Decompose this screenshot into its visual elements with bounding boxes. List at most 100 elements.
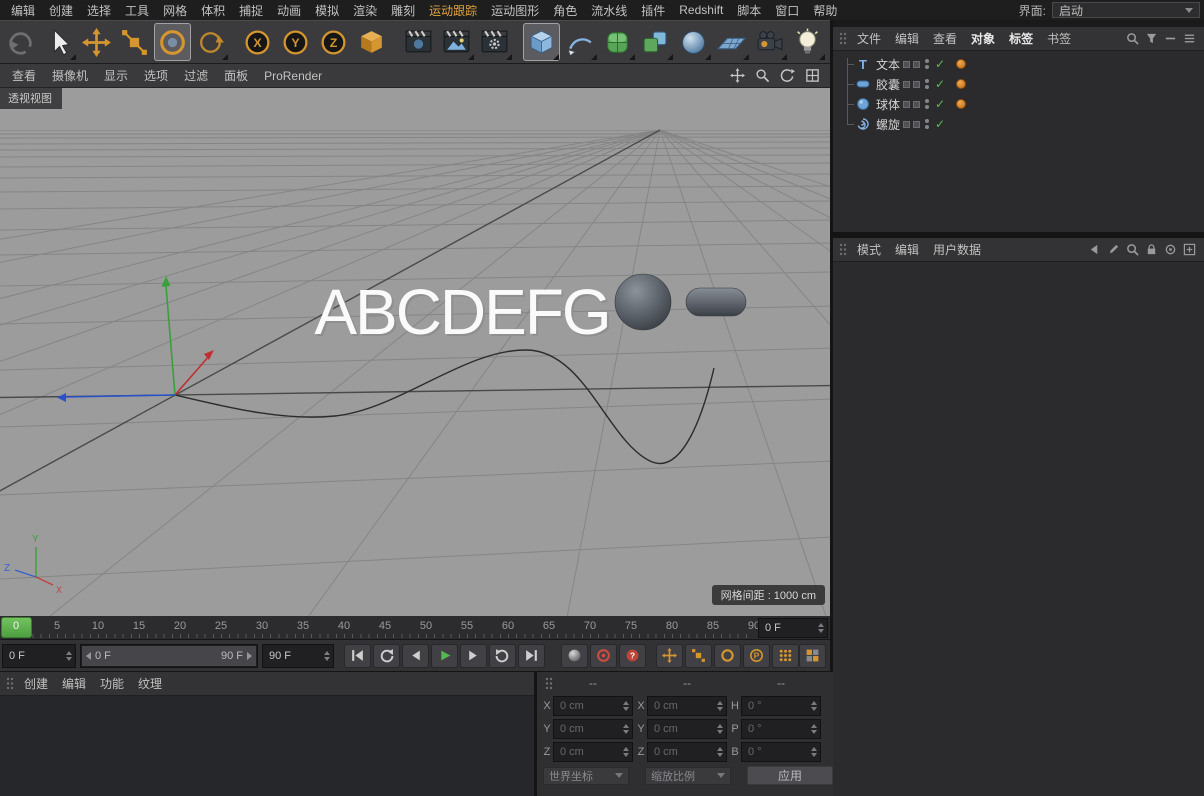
enabled-check-icon[interactable]: ✓ bbox=[934, 97, 946, 111]
object-row-sphere[interactable]: 球体 ✓ bbox=[833, 94, 1204, 114]
undo-button[interactable] bbox=[2, 23, 39, 61]
goto-start-button[interactable] bbox=[344, 644, 371, 668]
material-list-area[interactable] bbox=[0, 696, 534, 796]
metaball-button[interactable] bbox=[675, 23, 712, 61]
visibility-dots[interactable] bbox=[925, 119, 929, 129]
viewport-menu-prorender[interactable]: ProRender bbox=[256, 69, 330, 83]
spinner-arrows-icon[interactable] bbox=[619, 724, 629, 734]
menu-item-sculpt[interactable]: 雕刻 bbox=[384, 1, 422, 20]
layer-square[interactable] bbox=[913, 101, 920, 108]
enabled-check-icon[interactable]: ✓ bbox=[934, 77, 946, 91]
menu-item-plugins[interactable]: 插件 bbox=[634, 1, 672, 20]
make-preview-button[interactable] bbox=[561, 644, 588, 668]
position-x-field[interactable]: 0 cm bbox=[553, 696, 633, 716]
rotation-h-field[interactable]: 0 ° bbox=[741, 696, 821, 716]
spinner-arrows-icon[interactable] bbox=[814, 623, 824, 633]
lock-x-axis-button[interactable]: X bbox=[239, 23, 276, 61]
menu-item-mesh[interactable]: 网格 bbox=[156, 1, 194, 20]
interface-dropdown[interactable]: 启动 bbox=[1052, 2, 1200, 18]
menu-item-create[interactable]: 创建 bbox=[42, 1, 80, 20]
apply-button[interactable]: 应用 bbox=[747, 766, 833, 785]
spinner-arrows-icon[interactable] bbox=[807, 747, 817, 757]
size-x-field[interactable]: 0 cm bbox=[647, 696, 727, 716]
am-menu-userdata[interactable]: 用户数据 bbox=[926, 241, 988, 258]
object-name[interactable]: 文本 bbox=[876, 56, 900, 73]
menu-item-window[interactable]: 窗口 bbox=[768, 1, 806, 20]
attribute-content-area[interactable] bbox=[833, 262, 1204, 796]
step-forward-button[interactable] bbox=[460, 644, 487, 668]
object-list[interactable]: T 文本 ✓ 胶囊 bbox=[833, 51, 1204, 232]
filter-icon[interactable] bbox=[1145, 32, 1158, 45]
enabled-check-icon[interactable]: ✓ bbox=[934, 117, 946, 131]
render-picture-viewer-button[interactable] bbox=[438, 23, 475, 61]
viewport-toggle-button[interactable] bbox=[801, 67, 823, 85]
viewport[interactable]: ABCDEFG ABCDEFG bbox=[0, 88, 830, 616]
spinner-arrows-icon[interactable] bbox=[713, 724, 723, 734]
spinner-arrows-icon[interactable] bbox=[62, 651, 72, 661]
coordinate-system-button[interactable] bbox=[353, 23, 390, 61]
modeling-objects-button[interactable] bbox=[637, 23, 674, 61]
menu-item-edit[interactable]: 编辑 bbox=[4, 1, 42, 20]
timeline-ruler[interactable]: 0 5 10 15 20 25 30 35 40 45 50 55 60 65 … bbox=[0, 616, 830, 640]
material-menu-function[interactable]: 功能 bbox=[93, 675, 131, 692]
material-menu-texture[interactable]: 纹理 bbox=[131, 675, 169, 692]
viewport-menu-cameras[interactable]: 摄像机 bbox=[44, 67, 96, 84]
record-keyframe-button[interactable] bbox=[590, 644, 617, 668]
keyframe-selection-button[interactable] bbox=[799, 644, 826, 668]
menu-item-redshift[interactable]: Redshift bbox=[672, 2, 730, 18]
menu-item-pipeline[interactable]: 流水线 bbox=[584, 1, 634, 20]
autokey-button[interactable]: ? bbox=[619, 644, 646, 668]
spline-pen-button[interactable] bbox=[561, 23, 598, 61]
record-rotation-button[interactable] bbox=[714, 644, 741, 668]
menu-item-animate[interactable]: 动画 bbox=[270, 1, 308, 20]
object-name[interactable]: 螺旋 bbox=[876, 116, 900, 133]
om-menu-bookmarks[interactable]: 书签 bbox=[1040, 30, 1078, 47]
scale-mode-dropdown[interactable]: 缩放比例 bbox=[645, 767, 731, 785]
render-view-button[interactable] bbox=[400, 23, 437, 61]
menu-item-mograph[interactable]: 运动图形 bbox=[484, 1, 546, 20]
pen-edit-icon[interactable] bbox=[1107, 243, 1120, 256]
menu-item-script[interactable]: 脚本 bbox=[730, 1, 768, 20]
enabled-check-icon[interactable]: ✓ bbox=[934, 57, 946, 71]
om-menu-objects[interactable]: 对象 bbox=[964, 30, 1002, 47]
camera-button[interactable] bbox=[751, 23, 788, 61]
object-row-helix[interactable]: 螺旋 ✓ bbox=[833, 114, 1204, 134]
target-icon[interactable] bbox=[1164, 243, 1177, 256]
primitive-cube-button[interactable] bbox=[523, 23, 560, 61]
menu-item-motion-tracker[interactable]: 运动跟踪 bbox=[422, 1, 484, 20]
visibility-dots[interactable] bbox=[925, 79, 929, 89]
spinner-arrows-icon[interactable] bbox=[713, 747, 723, 757]
search-icon[interactable] bbox=[1126, 32, 1139, 45]
material-menu-create[interactable]: 创建 bbox=[17, 675, 55, 692]
live-selection-button[interactable] bbox=[40, 23, 77, 61]
panel-menu-icon[interactable] bbox=[1183, 32, 1196, 45]
last-used-tool-button[interactable] bbox=[192, 23, 229, 61]
visibility-dots[interactable] bbox=[925, 99, 929, 109]
spinner-arrows-icon[interactable] bbox=[713, 701, 723, 711]
viewport-canvas[interactable]: ABCDEFG ABCDEFG bbox=[0, 88, 830, 616]
lock-icon[interactable] bbox=[1145, 243, 1158, 256]
viewport-menu-filter[interactable]: 过滤 bbox=[176, 67, 216, 84]
search-icon[interactable] bbox=[1126, 243, 1139, 256]
viewport-menu-view[interactable]: 查看 bbox=[4, 67, 44, 84]
viewport-menu-options[interactable]: 选项 bbox=[136, 67, 176, 84]
panel-drag-handle-icon[interactable] bbox=[6, 677, 14, 690]
viewport-menu-display[interactable]: 显示 bbox=[96, 67, 136, 84]
spinner-arrows-icon[interactable] bbox=[619, 747, 629, 757]
size-y-field[interactable]: 0 cm bbox=[647, 719, 727, 739]
layer-square[interactable] bbox=[903, 101, 910, 108]
layer-square[interactable] bbox=[903, 61, 910, 68]
viewport-pan-button[interactable] bbox=[726, 67, 748, 85]
axis-gizmo-x-arrow[interactable] bbox=[204, 350, 214, 360]
add-panel-icon[interactable] bbox=[1183, 243, 1196, 256]
panel-drag-handle-icon[interactable] bbox=[839, 32, 847, 45]
play-loop-button[interactable] bbox=[489, 644, 516, 668]
menu-item-help[interactable]: 帮助 bbox=[806, 1, 844, 20]
record-scale-button[interactable] bbox=[685, 644, 712, 668]
rotation-b-field[interactable]: 0 ° bbox=[741, 742, 821, 762]
range-end-field[interactable]: 90 F bbox=[262, 644, 334, 668]
spinner-arrows-icon[interactable] bbox=[320, 651, 330, 661]
position-y-field[interactable]: 0 cm bbox=[553, 719, 633, 739]
layer-square[interactable] bbox=[913, 81, 920, 88]
range-left-handle-icon[interactable] bbox=[86, 652, 91, 660]
